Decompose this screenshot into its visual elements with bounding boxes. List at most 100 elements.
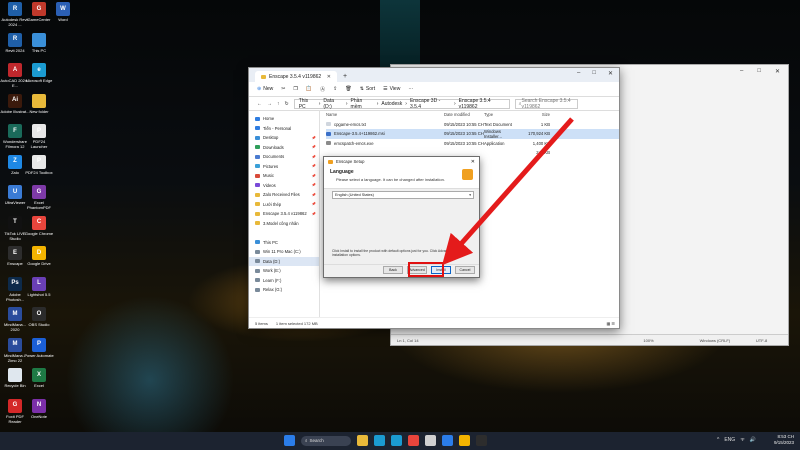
system-tray-icons[interactable]: ^ ENG ᯤ 🔊 (717, 437, 756, 443)
breadcrumb-item[interactable]: Data (D:) (323, 98, 342, 110)
column-date[interactable]: Date modified (444, 112, 484, 117)
nav-item[interactable]: Learn (F:) (249, 276, 319, 286)
new-tab-icon[interactable]: + (343, 71, 347, 82)
taskbar-app-icon[interactable] (442, 435, 453, 446)
nav-item-label: Relax (G:) (263, 287, 283, 293)
language-select[interactable]: English (United States) ▾ (332, 191, 474, 199)
new-button[interactable]: ⊕ New (257, 86, 273, 92)
desktop-icon[interactable]: W Word (48, 2, 78, 22)
taskbar-app-icon[interactable] (374, 435, 385, 446)
tray-overflow-icon[interactable]: ^ (717, 437, 719, 443)
taskbar-apps: ⌕ Search (284, 435, 487, 446)
breadcrumb-item[interactable]: Phần mềm (351, 98, 374, 110)
nav-item[interactable]: Music 📌 (249, 171, 319, 181)
nav-item[interactable]: Zalo Received Files 📌 (249, 190, 319, 200)
desktop-icon[interactable]: P Power Automate (24, 337, 54, 358)
back-arrow-icon[interactable]: ← (257, 101, 262, 107)
desktop-icon[interactable]: P PDF24 Toolbox (24, 154, 54, 175)
explorer-window-controls[interactable]: – □ ✕ (577, 70, 613, 77)
nav-item[interactable]: Data (D:) (249, 256, 319, 266)
start-button[interactable] (284, 435, 295, 446)
breadcrumb[interactable]: This PC › Data (D:) › Phần mềm › Autodesk › Ensc… (293, 98, 510, 110)
nav-item[interactable]: Tiến - Personal (249, 124, 319, 134)
share-icon[interactable]: ⇪ (333, 86, 337, 92)
file-row[interactable]: cpgame-emcs.txt 09/15/2023 10:55 CH Text D… (326, 120, 619, 130)
view-button[interactable]: ☰ View (383, 86, 400, 92)
explorer-tab[interactable]: Enscape 3.5.4 v119862 ✕ (255, 71, 337, 82)
dialog-close-icon[interactable]: ✕ (471, 159, 475, 165)
breadcrumb-item[interactable]: Enscape 3.5.4 v119862 (459, 98, 509, 110)
breadcrumb-item[interactable]: Enscape 3D - 3.5.4 (410, 98, 451, 110)
nav-item[interactable]: Lưới thép 📌 (249, 200, 319, 210)
copy-icon[interactable]: ❐ (293, 86, 297, 92)
search-input[interactable]: ⌕ Search Enscape 3.5.4 v119862 (514, 98, 578, 110)
language-select-value: English (United States) (335, 193, 374, 197)
nav-item[interactable]: Work (E:) (249, 266, 319, 276)
nav-item[interactable]: 3.Model công nhân (249, 219, 319, 229)
desktop-icon[interactable]: O OBS Studio (24, 307, 54, 327)
breadcrumb-item[interactable]: Autodesk (381, 101, 402, 107)
wifi-icon[interactable]: ᯤ (740, 437, 745, 443)
maximize-icon[interactable]: □ (757, 68, 761, 75)
desktop-icon[interactable]: C Google Chrome (24, 215, 54, 236)
file-row[interactable]: emcspatch-emcs.exe 09/15/2023 10:55 CH App… (326, 139, 619, 149)
nav-item[interactable]: Enscape 3.5.4 v119862 📌 (249, 209, 319, 219)
file-icon (326, 151, 331, 155)
desktop-icon[interactable]: P PDF24 Launcher (24, 124, 54, 149)
taskbar-app-icon[interactable] (459, 435, 470, 446)
nav-item[interactable]: Pictures 📌 (249, 162, 319, 172)
nav-item[interactable]: Relax (G:) (249, 285, 319, 295)
taskbar-app-icon[interactable] (476, 435, 487, 446)
cut-icon[interactable]: ✂ (281, 86, 285, 92)
desktop-icon[interactable]: D Google Drive (24, 246, 54, 266)
nav-item[interactable]: Downloads 📌 (249, 143, 319, 153)
close-icon[interactable]: ✕ (608, 70, 613, 77)
minimize-icon[interactable]: – (740, 68, 743, 75)
taskbar-app-icon[interactable] (425, 435, 436, 446)
taskbar-app-icon[interactable] (391, 435, 402, 446)
close-icon[interactable]: ✕ (775, 68, 780, 75)
column-type[interactable]: Type (484, 112, 520, 117)
taskbar-app-icon[interactable] (408, 435, 419, 446)
back-button[interactable]: Back (383, 265, 403, 274)
taskbar-app-icon[interactable] (357, 435, 368, 446)
up-arrow-icon[interactable]: ↑ (277, 101, 280, 107)
nav-item[interactable]: Documents 📌 (249, 152, 319, 162)
forward-arrow-icon[interactable]: → (267, 101, 272, 107)
desktop-icon[interactable]: N OneNote (24, 398, 54, 419)
desktop-icon[interactable]: G Excel PhantomPDF (24, 185, 54, 210)
sort-button[interactable]: ⇅ Sort (360, 86, 375, 92)
file-name: emcspatch-emcs.exe (334, 140, 374, 146)
nav-item[interactable]: Desktop 📌 (249, 133, 319, 143)
nav-item[interactable]: Win 11 Pro Mac (C:) (249, 247, 319, 257)
column-size[interactable]: Size (520, 112, 550, 117)
notepad-window-controls[interactable]: – □ ✕ (740, 68, 780, 75)
desktop-icon[interactable]: This PC (24, 32, 54, 53)
column-name[interactable]: Name (326, 112, 444, 117)
delete-icon[interactable]: 🗑 (345, 86, 351, 92)
nav-item[interactable]: Home (249, 114, 319, 124)
enscape-setup-dialog[interactable]: Enscape Setup ✕ Language Please select a… (323, 156, 480, 278)
file-row[interactable]: Enscape-3.5.4+119862.msi 09/15/2023 10:55… (326, 129, 619, 139)
tab-close-icon[interactable]: ✕ (327, 74, 331, 80)
view-toggle-icon[interactable]: ▦ ☰ (607, 321, 615, 326)
volume-icon[interactable]: 🔊 (750, 437, 756, 443)
clock[interactable]: 8:53 CH 9/15/2023 (774, 434, 794, 446)
taskbar-search[interactable]: ⌕ Search (301, 435, 351, 446)
cancel-button[interactable]: Cancel (455, 265, 475, 274)
desktop-icon[interactable]: X Excel (24, 368, 54, 388)
rename-icon[interactable]: Ⓐ (320, 86, 325, 93)
maximize-icon[interactable]: □ (592, 70, 596, 77)
desktop-icon[interactable]: New folder (24, 93, 54, 114)
nav-item[interactable]: Videos 📌 (249, 181, 319, 191)
breadcrumb-item[interactable]: This PC (299, 98, 316, 110)
desktop-icon[interactable]: e Microsoft Edge (24, 63, 54, 83)
minimize-icon[interactable]: – (577, 70, 580, 77)
dialog-title-bar: Enscape Setup ✕ (324, 157, 479, 166)
paste-icon[interactable]: 📋 (306, 86, 312, 92)
language-indicator[interactable]: ENG (724, 437, 735, 443)
nav-item[interactable]: This PC (249, 238, 319, 248)
refresh-icon[interactable]: ↻ (285, 101, 289, 107)
desktop-icon[interactable]: L Lightshot 5.5 (24, 276, 54, 297)
more-options-icon[interactable]: ··· (408, 86, 413, 92)
